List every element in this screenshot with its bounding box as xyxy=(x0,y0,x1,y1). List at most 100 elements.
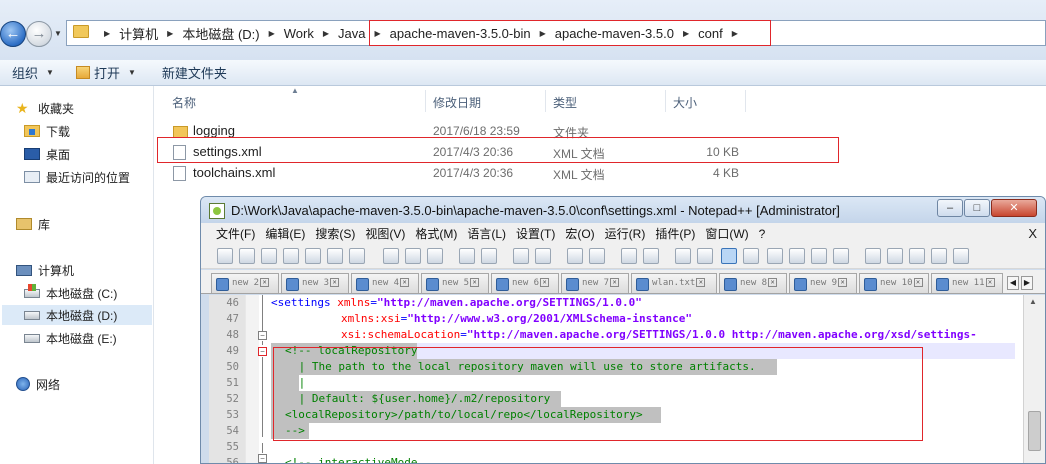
vertical-scrollbar[interactable]: ▲ xyxy=(1023,295,1045,463)
tab-new-8[interactable]: new 8 ✕ xyxy=(719,273,787,293)
sidebar-item-computer[interactable]: 计算机 xyxy=(16,260,74,280)
close-all-icon[interactable] xyxy=(327,248,343,264)
monitoring-icon[interactable] xyxy=(833,248,849,264)
tab-close-icon[interactable]: ✕ xyxy=(768,278,778,287)
zoom-in-icon[interactable] xyxy=(567,248,583,264)
breadcrumb-computer[interactable]: 计算机 xyxy=(119,24,158,43)
tab-close-icon[interactable]: ✕ xyxy=(985,278,995,287)
tab-new-6[interactable]: new 6 ✕ xyxy=(491,273,559,293)
tab-close-icon[interactable]: ✕ xyxy=(400,278,410,287)
sidebar-item-downloads[interactable]: 下载 xyxy=(24,121,70,141)
sidebar-item-libraries[interactable]: 库 xyxy=(16,214,50,234)
back-button[interactable]: ← xyxy=(0,21,26,47)
close-button[interactable]: ✕ xyxy=(991,199,1037,217)
run-macro-multiple-icon[interactable] xyxy=(931,248,947,264)
sidebar-item-drive-d[interactable]: 本地磁盘 (D:) xyxy=(2,305,152,325)
word-wrap-icon[interactable] xyxy=(675,248,691,264)
zoom-out-icon[interactable] xyxy=(589,248,605,264)
open-button[interactable]: 打开 ▼ xyxy=(70,63,136,82)
breadcrumb-drive-d[interactable]: 本地磁盘 (D:) xyxy=(182,24,259,43)
paste-icon[interactable] xyxy=(427,248,443,264)
tab-new-2[interactable]: new 2 ✕ xyxy=(211,273,279,293)
maximize-button[interactable]: □ xyxy=(964,199,990,217)
breadcrumb-java[interactable]: Java xyxy=(338,26,365,41)
chevron-right-icon[interactable]: ▶ xyxy=(104,29,110,38)
fold-collapse-icon[interactable]: − xyxy=(258,347,267,356)
close-file-icon[interactable] xyxy=(305,248,321,264)
column-header-name[interactable]: 名称 xyxy=(172,94,196,111)
sidebar-item-network[interactable]: 网络 xyxy=(16,374,60,394)
menu-help[interactable]: ? xyxy=(759,227,766,241)
folder-workspace-icon[interactable] xyxy=(811,248,827,264)
column-header-type[interactable]: 类型 xyxy=(553,94,577,111)
tab-scroll-left-icon[interactable]: ◀ xyxy=(1007,276,1019,290)
tab-close-icon[interactable]: ✕ xyxy=(260,278,270,287)
history-dropdown-icon[interactable]: ▼ xyxy=(54,29,64,39)
tab-new-9[interactable]: new 9 ✕ xyxy=(789,273,857,293)
menu-language[interactable]: 语言(L) xyxy=(467,225,506,242)
stop-macro-icon[interactable] xyxy=(887,248,903,264)
save-all-icon[interactable] xyxy=(283,248,299,264)
tab-new-7[interactable]: new 7 ✕ xyxy=(561,273,629,293)
chevron-right-icon[interactable]: ▶ xyxy=(323,29,329,38)
column-divider[interactable] xyxy=(425,90,426,112)
save-icon[interactable] xyxy=(261,248,277,264)
tab-close-icon[interactable]: ✕ xyxy=(330,278,340,287)
tab-new-3[interactable]: new 3 ✕ xyxy=(281,273,349,293)
find-icon[interactable] xyxy=(513,248,529,264)
sync-horizontal-icon[interactable] xyxy=(643,248,659,264)
column-divider[interactable] xyxy=(545,90,546,112)
fold-collapse-icon[interactable]: − xyxy=(258,454,267,463)
menu-plugins[interactable]: 插件(P) xyxy=(655,225,695,242)
replace-icon[interactable] xyxy=(535,248,551,264)
tab-close-icon[interactable]: ✕ xyxy=(913,278,923,287)
document-map-icon[interactable] xyxy=(767,248,783,264)
chevron-right-icon[interactable]: ▶ xyxy=(269,29,275,38)
cut-icon[interactable] xyxy=(383,248,399,264)
menu-settings[interactable]: 设置(T) xyxy=(516,225,555,242)
undo-icon[interactable] xyxy=(459,248,475,264)
window-titlebar[interactable]: D:\Work\Java\apache-maven-3.5.0-bin\apac… xyxy=(201,197,1045,223)
file-row[interactable]: toolchains.xml 2017/4/3 20:36 XML 文档 4 K… xyxy=(155,163,755,183)
open-file-icon[interactable] xyxy=(239,248,255,264)
menu-format[interactable]: 格式(M) xyxy=(415,225,457,242)
tab-new-5[interactable]: new 5 ✕ xyxy=(421,273,489,293)
tab-close-icon[interactable]: ✕ xyxy=(696,278,706,287)
menu-file[interactable]: 文件(F) xyxy=(216,225,255,242)
menu-run[interactable]: 运行(R) xyxy=(605,225,646,242)
tab-new-11[interactable]: new 11 ✕ xyxy=(931,273,1003,293)
column-divider[interactable] xyxy=(665,90,666,112)
record-macro-icon[interactable] xyxy=(865,248,881,264)
menu-window[interactable]: 窗口(W) xyxy=(705,225,748,242)
indent-guide-icon[interactable] xyxy=(721,248,737,264)
breadcrumb-work[interactable]: Work xyxy=(284,26,314,41)
column-header-size[interactable]: 大小 xyxy=(673,94,697,111)
forward-button[interactable]: → xyxy=(26,21,52,47)
menu-view[interactable]: 视图(V) xyxy=(365,225,405,242)
organize-button[interactable]: 组织 ▼ xyxy=(12,63,54,82)
tab-close-icon[interactable]: ✕ xyxy=(540,278,550,287)
tab-close-icon[interactable]: ✕ xyxy=(470,278,480,287)
close-document-button[interactable]: X xyxy=(1028,226,1037,241)
tab-new-4[interactable]: new 4 ✕ xyxy=(351,273,419,293)
new-file-icon[interactable] xyxy=(217,248,233,264)
show-all-chars-icon[interactable] xyxy=(697,248,713,264)
sidebar-item-recent[interactable]: 最近访问的位置 xyxy=(24,167,130,187)
udl-icon[interactable] xyxy=(743,248,759,264)
scrollbar-thumb[interactable] xyxy=(1028,411,1041,451)
redo-icon[interactable] xyxy=(481,248,497,264)
column-header-modified[interactable]: 修改日期 xyxy=(433,94,481,111)
tab-close-icon[interactable]: ✕ xyxy=(610,278,620,287)
sync-vertical-icon[interactable] xyxy=(621,248,637,264)
function-list-icon[interactable] xyxy=(789,248,805,264)
print-icon[interactable] xyxy=(349,248,365,264)
menu-search[interactable]: 搜索(S) xyxy=(315,225,355,242)
menu-edit[interactable]: 编辑(E) xyxy=(265,225,305,242)
scroll-up-icon[interactable]: ▲ xyxy=(1029,297,1037,306)
sidebar-item-favorites[interactable]: ★ 收藏夹 xyxy=(16,98,74,118)
sidebar-item-drive-e[interactable]: 本地磁盘 (E:) xyxy=(24,328,117,348)
column-divider[interactable] xyxy=(745,90,746,112)
sidebar-item-desktop[interactable]: 桌面 xyxy=(24,144,70,164)
tab-scroll-right-icon[interactable]: ▶ xyxy=(1021,276,1033,290)
save-macro-icon[interactable] xyxy=(953,248,969,264)
